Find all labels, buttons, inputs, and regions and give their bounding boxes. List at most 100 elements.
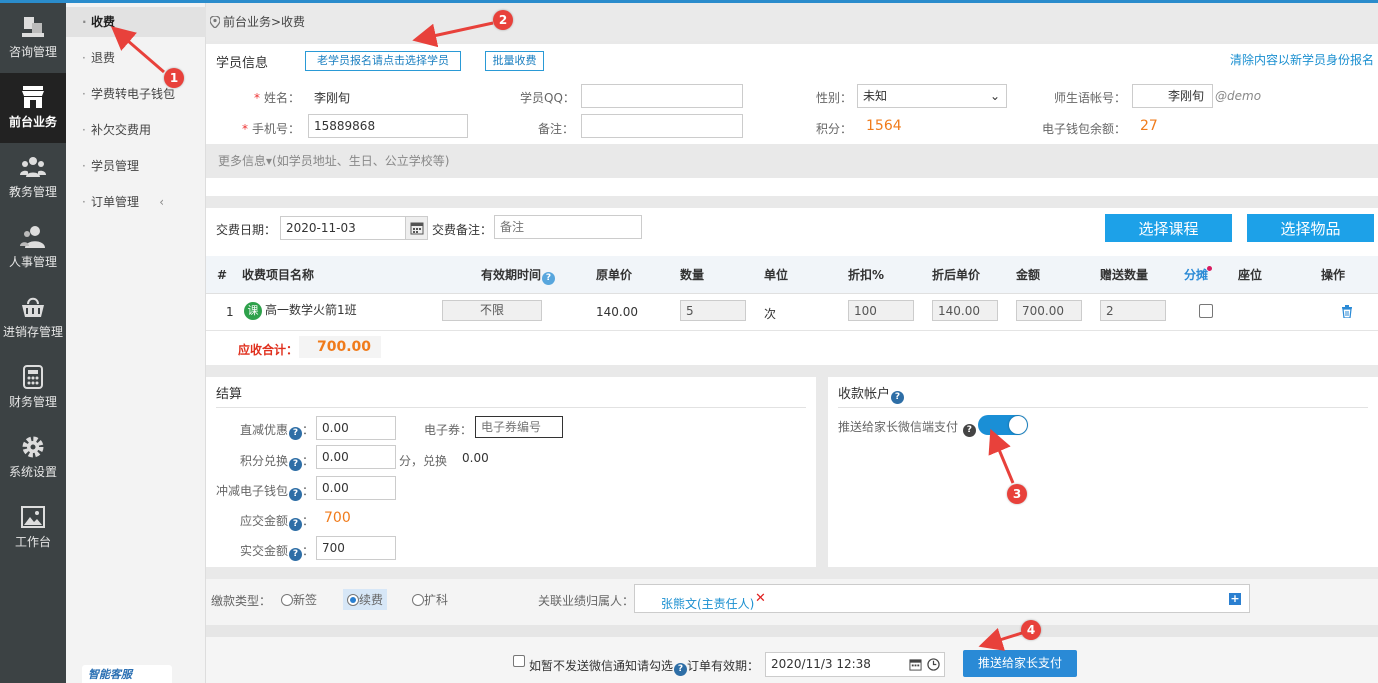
clock-icon[interactable]: [927, 658, 940, 671]
coupon-input[interactable]: [475, 416, 563, 438]
row-unit-price: 140.00: [596, 305, 638, 319]
row-divider: [206, 330, 1378, 331]
help-icon[interactable]: ?: [962, 424, 976, 437]
select-old-student-button[interactable]: 老学员报名请点击选择学员: [305, 51, 461, 71]
row-unit: 次: [764, 307, 777, 321]
help-icon[interactable]: ?: [289, 427, 303, 440]
name-label: * 姓名：: [254, 91, 301, 105]
row-index: 1: [226, 305, 234, 319]
paytype-option-expand[interactable]: 扩科: [412, 591, 448, 608]
spacer: [206, 625, 1378, 637]
help-icon[interactable]: ?: [289, 458, 303, 471]
row-item-name: 课高一数学火箭1班: [244, 301, 357, 320]
discount-input[interactable]: [848, 300, 914, 321]
nav-item-frontdesk[interactable]: 前台业务: [0, 73, 66, 143]
calendar-icon[interactable]: [405, 217, 427, 239]
batch-charge-button[interactable]: 批量收费: [485, 51, 544, 71]
paytype-option-new[interactable]: 新签: [281, 591, 317, 608]
col-gift-qty: 赠送数量: [1100, 268, 1149, 282]
account-panel: 收款帐户? 推送给家长微信端支付 ?: [828, 377, 1378, 567]
choose-goods-button[interactable]: 选择物品: [1247, 214, 1374, 242]
order-panel: 交费日期： 2020-11-03 交费备注： 选择课程 选择物品 # 收费项目名…: [206, 208, 1378, 365]
course-badge: 课: [244, 302, 262, 320]
gift-qty-input[interactable]: [1100, 300, 1166, 321]
nav-item-inventory[interactable]: 进销存管理: [0, 283, 66, 353]
nav-label: 财务管理: [8, 395, 57, 409]
assoc-person-tag[interactable]: 张熊文(主责任人): [661, 595, 754, 612]
help-icon[interactable]: ?: [542, 272, 556, 285]
paid-input[interactable]: [316, 536, 396, 560]
no-wechat-checkbox[interactable]: [513, 655, 525, 667]
help-icon[interactable]: ?: [289, 548, 303, 561]
basket-icon: [22, 297, 44, 317]
nav-item-finance[interactable]: 财务管理: [0, 353, 66, 423]
submenu-item-refund[interactable]: · 退费: [66, 43, 206, 73]
direct-discount-input[interactable]: [316, 416, 396, 440]
amount-input[interactable]: [1016, 300, 1082, 321]
divider: [216, 407, 806, 408]
bullet: ·: [82, 159, 86, 173]
gender-select[interactable]: 未知 ⌄: [857, 84, 1007, 108]
help-icon[interactable]: ?: [891, 391, 905, 404]
help-icon[interactable]: ?: [289, 518, 303, 531]
sub-menu: · 收费 · 退费 · 学费转电子钱包 · 补欠交费用 · 学员管理 · 订单管理 ‹ 智能客…: [66, 3, 206, 683]
phone-input[interactable]: [308, 114, 468, 138]
col-action: 操作: [1321, 268, 1346, 282]
date-input[interactable]: 2020-11-03: [280, 216, 428, 240]
submenu-item-arrears[interactable]: · 补欠交费用: [66, 115, 206, 145]
clear-new-student-link[interactable]: 清除内容以新学员身份报名: [1230, 51, 1374, 68]
points-label: 积分：: [816, 122, 853, 136]
points-exchange-label: 积分兑换?：: [240, 454, 315, 471]
trash-icon[interactable]: [1341, 305, 1353, 318]
paytype-option-renew[interactable]: 续费: [343, 589, 388, 610]
push-parent-toggle[interactable]: [978, 415, 1028, 435]
submenu-item-tuition-to-wallet[interactable]: · 学费转电子钱包: [66, 79, 206, 109]
quantity-input[interactable]: [680, 300, 746, 321]
push-parent-pay-button[interactable]: 推送给家长支付: [963, 650, 1077, 677]
date-value: 2020-11-03: [286, 221, 356, 235]
expiry-input[interactable]: 2020/11/3 12:38: [765, 652, 945, 677]
choose-course-button[interactable]: 选择课程: [1105, 214, 1232, 242]
remark-input[interactable]: [581, 114, 743, 138]
allocate-checkbox[interactable]: [1199, 304, 1213, 318]
account-input[interactable]: 李刚旬: [1132, 84, 1213, 108]
note-input[interactable]: [494, 215, 642, 239]
help-icon[interactable]: ?: [674, 663, 688, 676]
col-unit-price: 原单价: [596, 268, 633, 282]
nav-item-consult[interactable]: 咨询管理: [0, 3, 66, 73]
add-person-icon[interactable]: +: [1229, 593, 1241, 605]
account-title: 收款帐户?: [838, 383, 905, 404]
toggle-knob: [1009, 416, 1027, 434]
submenu-item-students[interactable]: · 学员管理: [66, 151, 206, 181]
chevron-left-icon: ‹: [159, 195, 164, 209]
validity-field[interactable]: 不限: [442, 300, 542, 321]
nav-item-settings[interactable]: 系统设置: [0, 423, 66, 493]
help-icon[interactable]: ?: [289, 488, 303, 501]
qq-input[interactable]: [581, 84, 743, 108]
more-info-toggle[interactable]: 更多信息▾(如学员地址、生日、公立学校等): [206, 144, 1378, 178]
people-icon: [20, 226, 45, 248]
nav-item-workbench[interactable]: 工作台: [0, 493, 66, 563]
points-exchange-result: 0.00: [462, 451, 489, 465]
col-allocate[interactable]: 分摊: [1184, 256, 1213, 294]
push-parent-label: 推送给家长微信端支付 ?: [838, 418, 976, 437]
paid-label: 实交金额?：: [240, 544, 315, 561]
remove-person-icon[interactable]: ✕: [755, 591, 766, 606]
submenu-item-charge[interactable]: · 收费: [66, 7, 206, 37]
wallet-label: 电子钱包余额：: [1042, 122, 1127, 136]
points-exchange-input[interactable]: [316, 445, 396, 469]
calendar-icon[interactable]: [909, 658, 922, 671]
account-label: 师生语帐号：: [1054, 91, 1127, 105]
col-validity: 有效期时间?: [481, 256, 556, 294]
submenu-item-orders[interactable]: · 订单管理 ‹: [66, 187, 206, 217]
qq-label: 学员QQ：: [520, 91, 575, 105]
discounted-price-input[interactable]: [932, 300, 998, 321]
wallet-offset-input[interactable]: [316, 476, 396, 500]
nav-label: 系统设置: [8, 465, 57, 479]
wallet-value: 27: [1140, 118, 1158, 134]
smart-service-logo[interactable]: 智能客服: [82, 665, 172, 683]
name-value: 李刚旬: [314, 91, 351, 105]
nav-item-academic[interactable]: 教务管理: [0, 143, 66, 213]
nav-item-hr[interactable]: 人事管理: [0, 213, 66, 283]
assoc-person-box[interactable]: 张熊文(主责任人) ✕ +: [634, 584, 1250, 613]
